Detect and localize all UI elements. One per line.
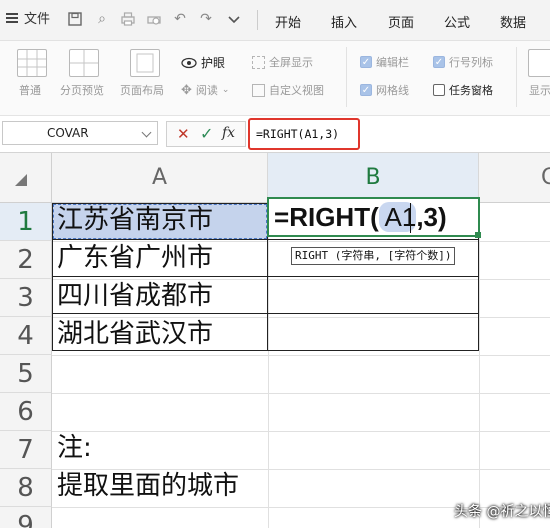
active-cell-b1[interactable]: =RIGHT( A1,3) <box>267 197 480 237</box>
page-layout-label[interactable]: 页面布局 <box>120 82 164 98</box>
ribbon-divider <box>346 47 347 107</box>
gridlines-toggle[interactable]: ✓ 网格线 <box>360 82 409 98</box>
gridline <box>52 355 550 356</box>
column-header-b[interactable]: B <box>268 153 479 203</box>
menu-bar: 文件 ⌕ ↶ ↷ 开始 插入 页面 公式 数据 <box>0 0 550 41</box>
custom-view-button[interactable]: 自定义视图 <box>252 82 324 98</box>
display-icon[interactable] <box>528 49 550 77</box>
select-all-triangle-icon <box>15 174 27 186</box>
row-header-1[interactable]: 1 <box>0 203 52 241</box>
tab-data[interactable]: 数据 <box>500 12 526 31</box>
formula-input-value: =RIGHT(A1,3) <box>256 127 340 141</box>
gridline <box>52 393 550 394</box>
reading-cross-icon: ✥ <box>181 82 192 98</box>
menu-divider <box>257 10 258 30</box>
cell-editor-function: RIGHT( <box>289 202 379 232</box>
text-cursor <box>410 203 411 233</box>
tab-insert[interactable]: 插入 <box>331 12 357 31</box>
row-header-5[interactable]: 5 <box>0 355 52 393</box>
row-header-3[interactable]: 3 <box>0 279 52 317</box>
eye-protect-button[interactable]: 护眼 <box>181 54 225 71</box>
cell-a1[interactable]: 江苏省南京市 <box>53 201 267 239</box>
save-icon[interactable] <box>67 11 83 27</box>
checkbox-unchecked-icon[interactable] <box>433 84 445 96</box>
eye-protect-label: 护眼 <box>201 56 226 70</box>
insert-function-icon[interactable]: fx <box>222 125 235 141</box>
normal-view-label[interactable]: 普通 <box>19 82 41 98</box>
row-header-2[interactable]: 2 <box>0 241 52 279</box>
confirm-icon[interactable]: ✓ <box>200 124 213 143</box>
display-label[interactable]: 显示 <box>529 82 550 98</box>
cell-a8[interactable]: 提取里面的城市 <box>53 467 267 505</box>
row-header-6[interactable]: 6 <box>0 393 52 431</box>
row-header-8[interactable]: 8 <box>0 469 52 507</box>
page-break-preview-label[interactable]: 分页预览 <box>60 82 104 98</box>
normal-view-icon[interactable] <box>17 49 47 77</box>
cell-editor-prefix: = <box>274 202 290 232</box>
spreadsheet-grid: A B C 1 2 3 4 5 6 7 8 9 江苏省南京市 广东省广州市 四川… <box>0 153 550 528</box>
name-box-value: COVAR <box>47 126 89 140</box>
cell-editor-args: ,3) <box>416 202 447 232</box>
fullscreen-icon <box>252 55 265 69</box>
checkbox-checked-icon[interactable]: ✓ <box>360 84 372 96</box>
redo-icon[interactable]: ↷ <box>198 11 214 27</box>
cancel-icon[interactable]: ✕ <box>177 125 190 143</box>
file-menu[interactable]: 文件 <box>6 8 50 27</box>
cell-editor[interactable]: =RIGHT( A1,3) <box>274 199 447 235</box>
custom-view-icon <box>252 83 265 97</box>
name-box[interactable]: COVAR <box>2 121 158 145</box>
eye-icon <box>181 57 197 68</box>
reading-label: 阅读 <box>195 84 218 97</box>
formula-bar-toggle[interactable]: ✓ 编辑栏 <box>360 54 409 70</box>
custom-view-label: 自定义视图 <box>269 84 324 97</box>
ribbon-divider <box>516 47 517 107</box>
watermark: 头条 @祈之以恒 <box>454 504 550 520</box>
format-painter-icon[interactable]: ⌕ <box>94 11 110 27</box>
page-layout-icon[interactable] <box>130 49 160 77</box>
tab-formula[interactable]: 公式 <box>444 12 470 31</box>
task-pane-toggle-label: 任务窗格 <box>449 84 493 97</box>
row-header-4[interactable]: 4 <box>0 317 52 355</box>
column-header-c[interactable]: C <box>479 153 550 203</box>
file-menu-label: 文件 <box>24 12 51 27</box>
headings-toggle-label: 行号列标 <box>449 56 493 69</box>
reading-button[interactable]: ✥ 阅读 ⌄ <box>181 82 229 98</box>
headings-toggle[interactable]: ✓ 行号列标 <box>433 54 493 70</box>
gridline <box>479 203 480 528</box>
hamburger-icon <box>6 12 18 23</box>
chevron-down-icon[interactable] <box>226 11 242 27</box>
fill-handle[interactable] <box>475 232 481 238</box>
page-break-preview-icon[interactable] <box>69 49 99 77</box>
cell-a4[interactable]: 湖北省武汉市 <box>53 315 267 353</box>
gridlines-toggle-label: 网格线 <box>376 84 409 97</box>
row-header-7[interactable]: 7 <box>0 431 52 469</box>
column-header-a[interactable]: A <box>52 153 268 203</box>
select-all-corner[interactable] <box>0 153 52 203</box>
cell-a7[interactable]: 注: <box>53 429 267 467</box>
checkbox-checked-icon[interactable]: ✓ <box>433 56 445 68</box>
chevron-down-icon: ⌄ <box>221 85 230 95</box>
fullscreen-label: 全屏显示 <box>269 56 313 69</box>
row-header-9[interactable]: 9 <box>0 507 52 528</box>
tab-home[interactable]: 开始 <box>275 12 301 31</box>
checkbox-checked-icon[interactable]: ✓ <box>360 56 372 68</box>
formula-tools: ✕ ✓ fx <box>166 121 246 147</box>
ribbon: 普通 分页预览 页面布局 护眼 ✥ 阅读 ⌄ 全屏显示 自定义视图 ✓ 编辑栏 … <box>0 41 550 116</box>
print-icon[interactable] <box>120 11 136 27</box>
function-signature-tooltip: RIGHT (字符串, [字符个数]) <box>291 247 456 265</box>
cell-a2[interactable]: 广东省广州市 <box>53 239 267 277</box>
formula-bar: COVAR ✕ ✓ fx =RIGHT(A1,3) <box>0 116 550 153</box>
cell-a3[interactable]: 四川省成都市 <box>53 277 267 315</box>
print-preview-icon[interactable] <box>146 11 162 27</box>
tab-page[interactable]: 页面 <box>388 12 414 31</box>
task-pane-toggle[interactable]: 任务窗格 <box>433 82 493 98</box>
fullscreen-button[interactable]: 全屏显示 <box>252 54 313 70</box>
undo-icon[interactable]: ↶ <box>172 11 188 27</box>
formula-bar-toggle-label: 编辑栏 <box>376 56 409 69</box>
formula-input[interactable]: =RIGHT(A1,3) <box>248 118 360 150</box>
